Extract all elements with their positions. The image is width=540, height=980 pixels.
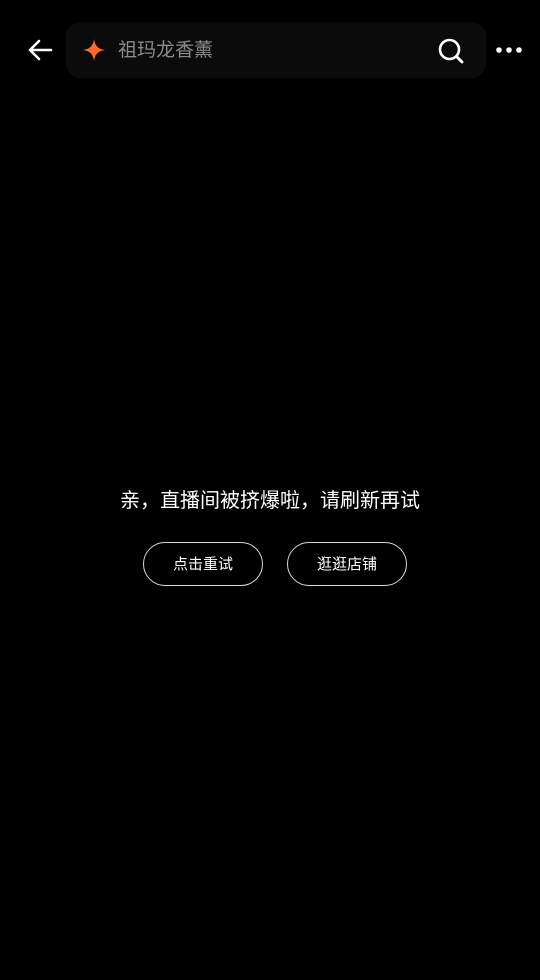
spark-icon (83, 39, 105, 61)
search-query-text: 祖玛龙香薰 (118, 39, 214, 61)
error-message: 亲，直播间被挤爆啦，请刷新再试 (120, 488, 420, 512)
visit-shop-button[interactable]: 逛逛店铺 (287, 542, 407, 586)
top-bar: 祖玛龙香薰 (0, 0, 540, 100)
search-bar[interactable]: 祖玛龙香薰 (66, 22, 486, 78)
back-button[interactable] (22, 32, 58, 68)
more-options-button[interactable] (492, 36, 526, 64)
more-dots-icon (496, 47, 522, 53)
search-button[interactable] (436, 36, 466, 66)
search-icon (438, 38, 464, 64)
retry-button[interactable]: 点击重试 (143, 542, 263, 586)
back-arrow-icon (28, 39, 53, 61)
